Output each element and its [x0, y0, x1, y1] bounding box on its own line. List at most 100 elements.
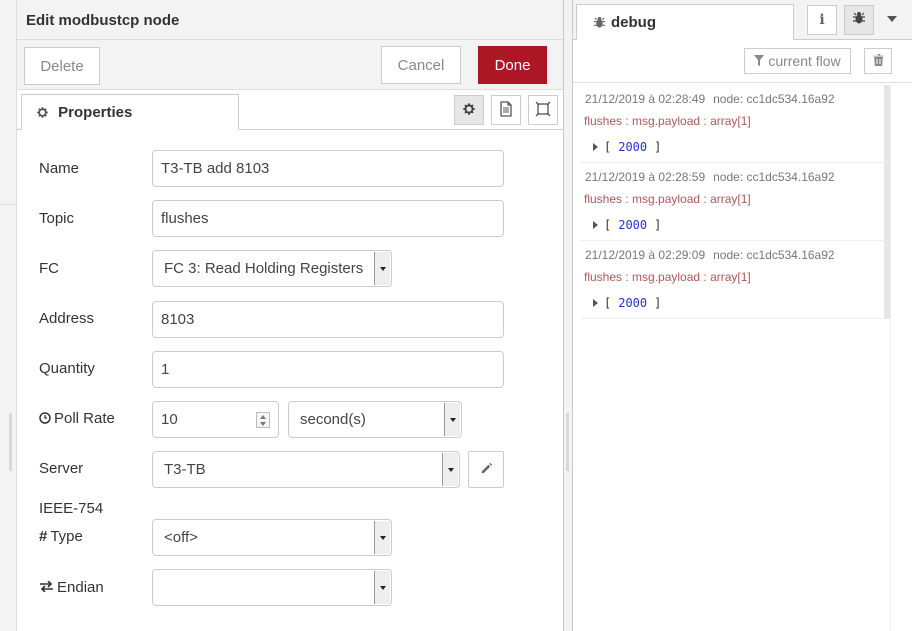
msg-node-link[interactable]: node: cc1dc534.16a92 — [713, 248, 834, 262]
bracket-close: ] — [654, 218, 662, 232]
number-spinner[interactable] — [256, 412, 270, 428]
pollrate-value: 10 — [161, 411, 178, 428]
quantity-input[interactable]: 1 — [152, 351, 504, 388]
caret-right-icon[interactable] — [593, 221, 598, 229]
tab-properties[interactable]: Properties — [21, 94, 239, 130]
cancel-button[interactable]: Cancel — [381, 46, 461, 84]
bracket-close: ] — [654, 140, 662, 154]
sidebar-tabbar: debug i — [573, 0, 912, 40]
delete-button[interactable]: Delete — [24, 47, 100, 85]
list-item: 21/12/2019 à 02:28:49 node: cc1dc534.16a9… — [581, 85, 890, 163]
address-input[interactable]: 8103 — [152, 301, 504, 338]
tray-title: Edit modbustcp node — [17, 0, 563, 40]
info-icon: i — [819, 12, 825, 28]
filter-label: current flow — [768, 53, 841, 69]
editor-tabbar: Properties — [17, 90, 563, 130]
caret-right-icon[interactable] — [593, 299, 598, 307]
filter-button[interactable]: current flow — [744, 48, 851, 74]
chevron-down-icon — [444, 403, 460, 436]
sidebar-separator[interactable] — [564, 0, 572, 631]
debug-message-list: 21/12/2019 à 02:28:49 node: cc1dc534.16a9… — [581, 85, 890, 319]
left-resize-grip[interactable] — [9, 413, 12, 471]
fc-selected-value: FC 3: Read Holding Registers — [164, 260, 364, 277]
fc-select[interactable]: FC 3: Read Holding Registers — [152, 250, 392, 287]
tab-debug-icon[interactable] — [844, 5, 874, 35]
pollrate-label-text: Poll Rate — [54, 410, 115, 427]
done-button[interactable]: Done — [478, 46, 547, 84]
server-label: Server — [39, 460, 84, 477]
gear-icon — [462, 102, 476, 119]
pollrate-unit-select[interactable]: second(s) — [288, 401, 462, 438]
debug-sidebar: debug i current flow 21/12/2019 à 02:28:… — [572, 0, 912, 631]
msg-path: flushes : msg.payload : array[1] — [584, 114, 751, 128]
bracket-open: [ — [604, 140, 612, 154]
pollrate-unit-value: second(s) — [300, 411, 366, 428]
payload-value: 2000 — [618, 296, 648, 310]
topic-input[interactable]: flushes — [152, 200, 504, 237]
name-input[interactable]: T3-TB add 8103 — [152, 150, 504, 187]
workspace-edge — [0, 0, 17, 631]
tray-toolbar: Delete Cancel Done — [17, 40, 563, 90]
type-selected-value: <off> — [164, 529, 198, 546]
list-item: 21/12/2019 à 02:28:59 node: cc1dc534.16a9… — [581, 163, 890, 241]
chevron-down-icon — [374, 521, 390, 554]
msg-path: flushes : msg.payload : array[1] — [584, 192, 751, 206]
pencil-icon — [480, 462, 493, 478]
msg-timestamp: 21/12/2019 à 02:28:49 — [585, 92, 706, 106]
topic-label: Topic — [39, 210, 75, 227]
chevron-down-icon — [374, 571, 390, 604]
tab-settings[interactable] — [454, 95, 484, 125]
type-select[interactable]: <off> — [152, 519, 392, 556]
bug-icon — [852, 11, 866, 29]
hash-icon: # — [39, 528, 48, 545]
bug-icon — [593, 16, 606, 33]
caret-right-icon[interactable] — [593, 143, 598, 151]
type-label-text: Type — [50, 528, 83, 545]
tab-info[interactable]: i — [807, 5, 837, 35]
gear-icon — [36, 106, 50, 123]
sidebar-menu-caret-icon[interactable] — [887, 16, 897, 22]
trash-icon — [872, 53, 884, 69]
chevron-down-icon — [442, 453, 458, 486]
ieee-label: IEEE-754 — [39, 500, 104, 517]
payload-value: 2000 — [618, 218, 648, 232]
pollrate-input[interactable]: 10 — [152, 401, 279, 438]
tab-appearance[interactable] — [528, 95, 558, 125]
exchange-icon — [39, 579, 54, 596]
tab-debug-label: debug — [611, 14, 656, 31]
document-icon — [499, 100, 513, 120]
server-selected-value: T3-TB — [164, 461, 206, 478]
debug-scroll-gutter[interactable] — [890, 85, 912, 631]
msg-timestamp: 21/12/2019 à 02:28:59 — [585, 170, 706, 184]
msg-meta: 21/12/2019 à 02:29:09 node: cc1dc534.16a9… — [585, 248, 835, 262]
chevron-down-icon — [374, 252, 390, 285]
msg-payload[interactable]: [2000] — [593, 218, 661, 232]
msg-payload[interactable]: [2000] — [593, 140, 661, 154]
tab-properties-label: Properties — [58, 104, 133, 121]
frame-icon — [535, 101, 551, 120]
tab-debug[interactable]: debug — [576, 4, 794, 40]
bracket-close: ] — [654, 296, 662, 310]
msg-payload[interactable]: [2000] — [593, 296, 661, 310]
address-label: Address — [39, 310, 95, 327]
tab-description[interactable] — [491, 95, 521, 125]
edit-server-button[interactable] — [468, 451, 504, 488]
bracket-open: [ — [604, 218, 612, 232]
workspace-divider — [0, 204, 16, 205]
clear-messages-button[interactable] — [864, 48, 892, 74]
msg-path: flushes : msg.payload : array[1] — [584, 270, 751, 284]
type-label: # Type — [39, 528, 83, 545]
msg-meta: 21/12/2019 à 02:28:59 node: cc1dc534.16a9… — [585, 170, 835, 184]
msg-node-link[interactable]: node: cc1dc534.16a92 — [713, 170, 834, 184]
edit-tray: Edit modbustcp node Delete Cancel Done P… — [17, 0, 564, 631]
msg-timestamp: 21/12/2019 à 02:29:09 — [585, 248, 706, 262]
sidebar-resize-grip[interactable] — [566, 413, 569, 471]
pollrate-label: Poll Rate — [39, 410, 115, 428]
msg-node-link[interactable]: node: cc1dc534.16a92 — [713, 92, 834, 106]
endian-label-text: Endian — [57, 579, 104, 596]
endian-select[interactable] — [152, 569, 392, 606]
name-label: Name — [39, 160, 80, 177]
server-select[interactable]: T3-TB — [152, 451, 460, 488]
endian-label: Endian — [39, 579, 104, 596]
list-item: 21/12/2019 à 02:29:09 node: cc1dc534.16a9… — [581, 241, 890, 319]
